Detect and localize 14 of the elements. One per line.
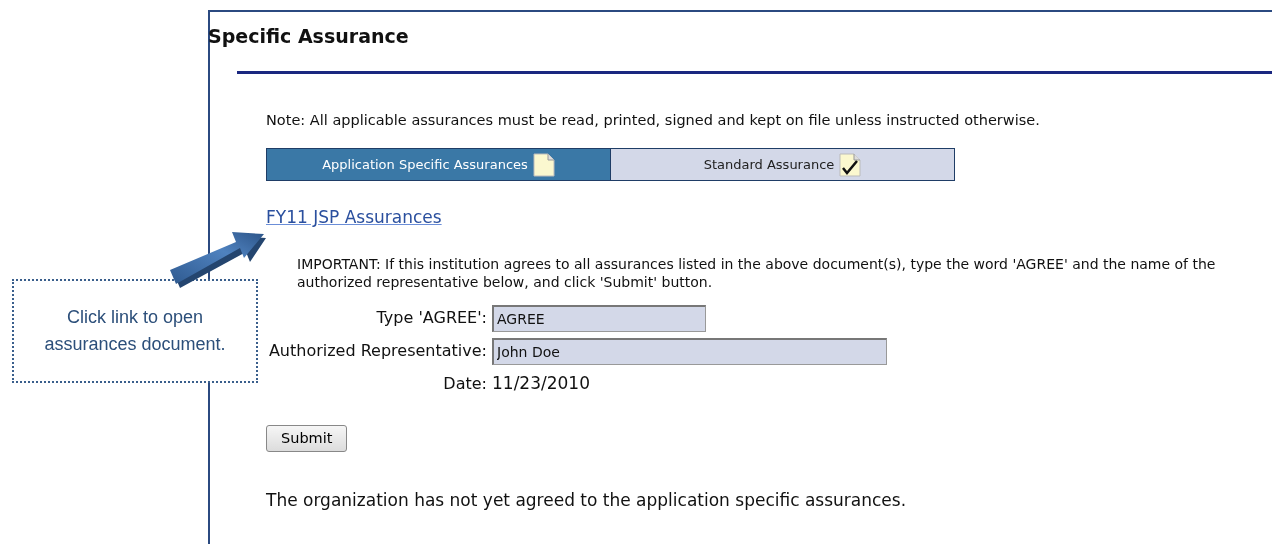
document-link[interactable]: FY11 JSP Assurances: [266, 205, 442, 231]
note-text: Note: All applicable assurances must be read, printed, signed and kept on file unless instructed otherwise.: [266, 110, 1041, 130]
field-label: Authorized Representative:: [267, 342, 487, 361]
instructions-text: IMPORTANT: If this institution agrees to all assurances listed in the above document(s), type the word 'AGREE' and the name of the authorized representative below, and click 'Submit' button.: [297, 254, 1217, 292]
field-label: Type 'AGREE':: [375, 309, 487, 328]
field-label: Date:: [442, 374, 487, 394]
input-field[interactable]: John Doe: [492, 338, 887, 366]
submit-button[interactable]: Submit: [266, 424, 348, 453]
tab[interactable]: Standard Assurance: [611, 149, 954, 181]
status-text: The organization has not yet agreed to the application specific assurances.: [266, 489, 908, 513]
callout-box: Click link to open assurances document.: [12, 279, 258, 383]
tab[interactable]: Application Specific Assurances: [267, 149, 611, 181]
input-field[interactable]: AGREE: [492, 305, 706, 333]
date-value: 11/23/2010: [492, 372, 591, 396]
